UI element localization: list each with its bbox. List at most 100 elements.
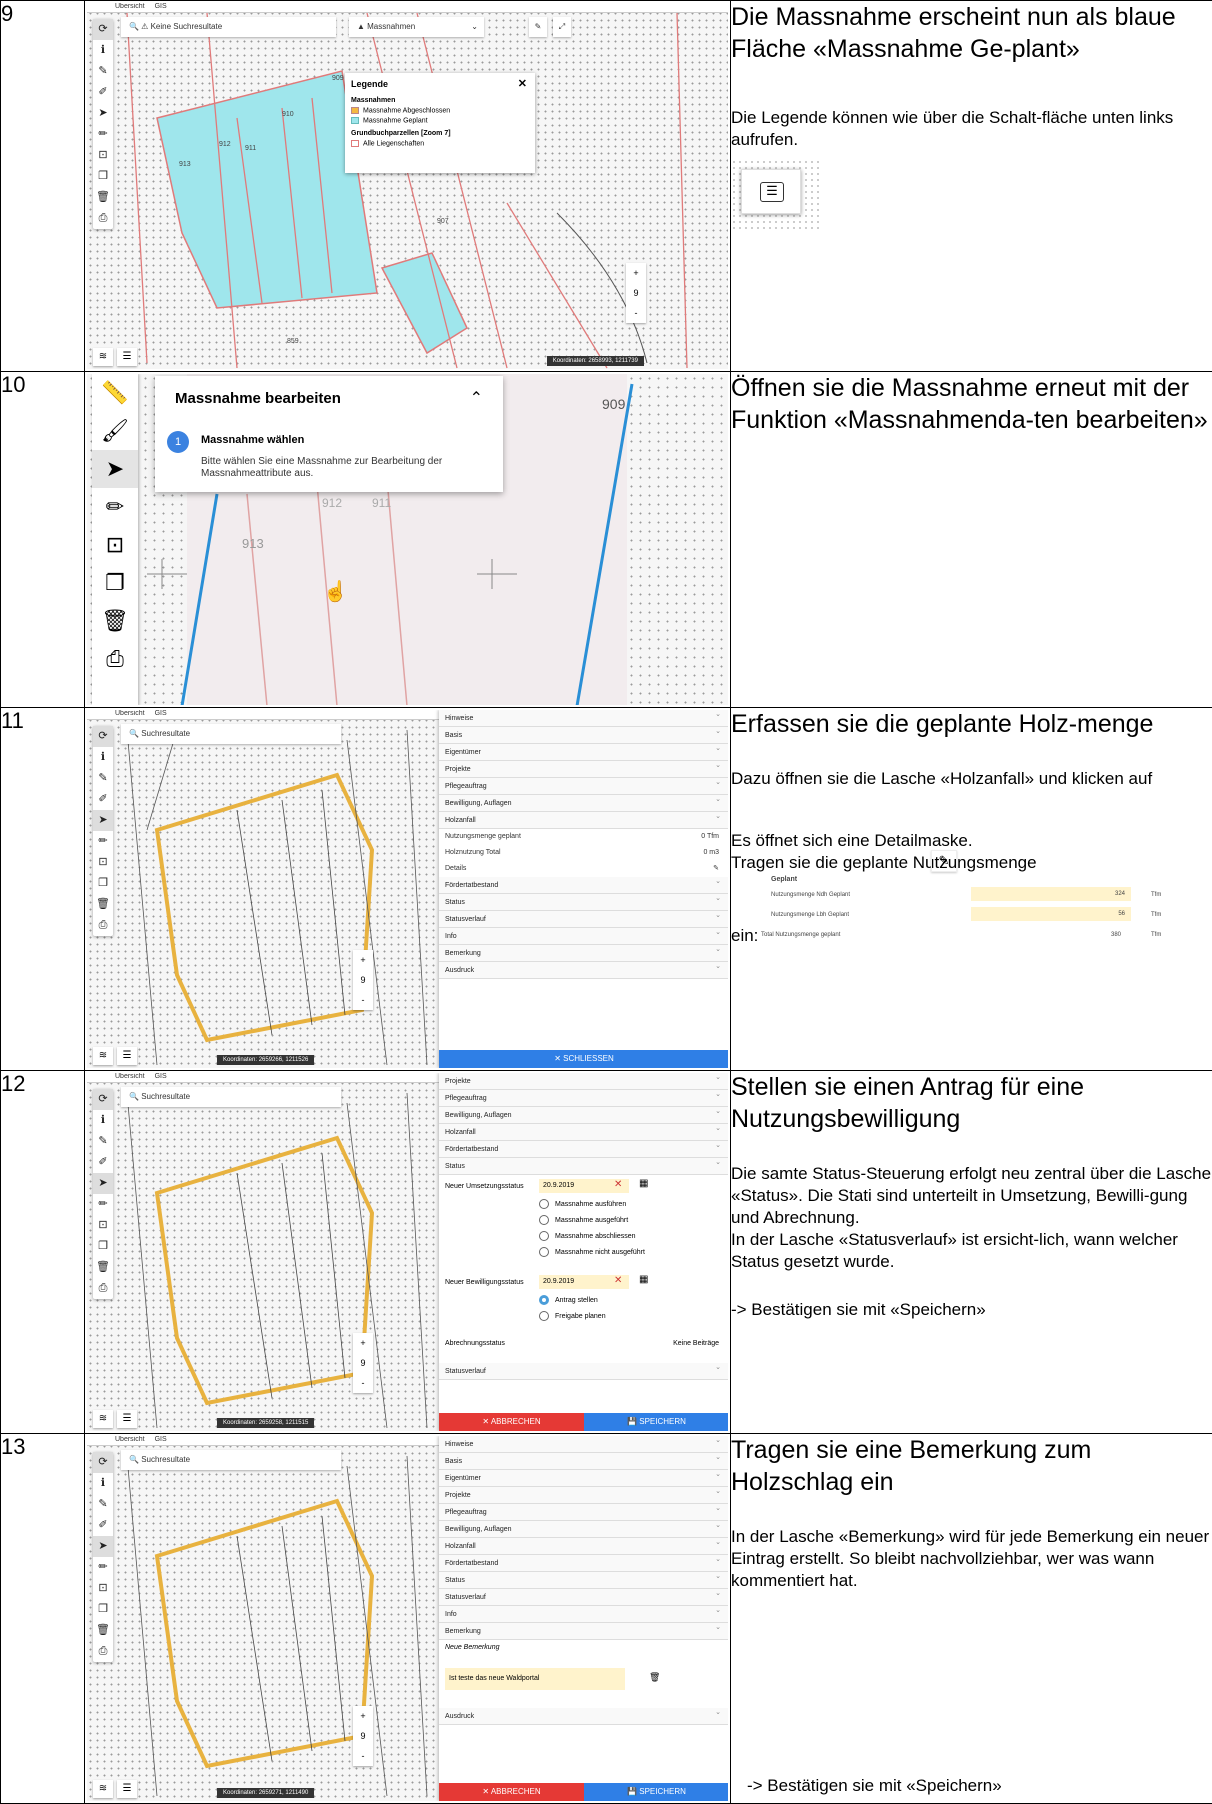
pointer-icon[interactable]: ➤ xyxy=(92,450,138,488)
pencil-icon[interactable]: ✏ xyxy=(93,1194,113,1215)
radio-button[interactable] xyxy=(539,1199,549,1209)
panel-section[interactable]: Status xyxy=(439,894,728,911)
info-icon[interactable]: ℹ xyxy=(93,1473,113,1494)
tab-gis[interactable]: GIS xyxy=(155,3,167,10)
legend-icon[interactable]: ☰ xyxy=(117,1780,137,1798)
transform-icon[interactable]: ⊡ xyxy=(93,1215,113,1236)
trash-icon[interactable]: 🗑 xyxy=(93,1620,113,1641)
cancel-button[interactable]: ✕ ABBRECHEN xyxy=(439,1413,584,1431)
radio-option[interactable]: Massnahme ausführen xyxy=(539,1197,645,1213)
panel-section[interactable]: Pflegeauftrag xyxy=(439,1090,728,1107)
close-button[interactable]: ✕ SCHLIESSEN xyxy=(439,1050,728,1068)
radio-button[interactable] xyxy=(539,1295,549,1305)
ruler-icon[interactable]: ✎ xyxy=(93,768,113,789)
panel-section[interactable]: Ausdruck xyxy=(439,962,728,979)
panel-section[interactable]: Bemerkung xyxy=(439,945,728,962)
expand-icon[interactable]: ⤢ xyxy=(553,17,571,37)
tab-gis[interactable]: GIS xyxy=(155,1436,167,1443)
clear-icon[interactable]: ✕ xyxy=(614,1179,622,1190)
panel-section[interactable]: Bewilligung, Auflagen xyxy=(439,1521,728,1538)
panel-section[interactable]: Pflegeauftrag xyxy=(439,1504,728,1521)
tab-gis[interactable]: GIS xyxy=(155,710,167,717)
zoom-out-button[interactable]: - xyxy=(353,990,373,1010)
ruler-icon[interactable]: ✎ xyxy=(93,61,113,82)
print-icon[interactable]: ⎙ xyxy=(93,208,113,229)
copy-icon[interactable]: ❐ xyxy=(92,564,138,602)
brush-icon[interactable]: ✐ xyxy=(93,1152,113,1173)
pointer-icon[interactable]: ➤ xyxy=(93,1536,113,1557)
tab-uebersicht[interactable]: Übersicht xyxy=(115,1436,145,1443)
calendar-icon[interactable]: ▦ xyxy=(639,1178,648,1189)
clear-icon[interactable]: ✕ xyxy=(614,1275,622,1286)
edit-icon[interactable]: ✎ xyxy=(529,17,547,37)
chevron-up-icon[interactable]: ⌃ xyxy=(470,388,483,408)
panel-section[interactable]: Pflegeauftrag xyxy=(439,778,728,795)
search-input[interactable]: 🔍 Suchresultate xyxy=(121,724,341,744)
info-icon[interactable]: ℹ xyxy=(93,747,113,768)
search-input[interactable]: 🔍 Suchresultate xyxy=(121,1087,341,1107)
pointer-icon[interactable]: ➤ xyxy=(93,810,113,831)
zoom-in-button[interactable]: + xyxy=(353,950,373,970)
search-input[interactable]: 🔍 Suchresultate xyxy=(121,1450,341,1470)
panel-section[interactable]: Eigentümer xyxy=(439,744,728,761)
refresh-icon[interactable]: ⟳ xyxy=(93,1452,113,1473)
panel-section[interactable]: Fördertatbestand xyxy=(439,877,728,894)
radio-option[interactable]: Massnahme ausgeführt xyxy=(539,1213,645,1229)
panel-section[interactable]: Info xyxy=(439,1606,728,1623)
transform-icon[interactable]: ⊡ xyxy=(93,852,113,873)
radio-button[interactable] xyxy=(539,1231,549,1241)
print-icon[interactable]: ⎙ xyxy=(93,1641,113,1662)
panel-section[interactable]: Basis xyxy=(439,1453,728,1470)
tab-uebersicht[interactable]: Übersicht xyxy=(115,710,145,717)
panel-section[interactable]: Status xyxy=(439,1572,728,1589)
print-icon[interactable]: ⎙ xyxy=(93,1278,113,1299)
trash-icon[interactable]: 🗑 xyxy=(93,1257,113,1278)
radio-button[interactable] xyxy=(539,1215,549,1225)
transform-icon[interactable]: ⊡ xyxy=(92,526,138,564)
radio-option[interactable]: Massnahme nicht ausgeführt xyxy=(539,1245,645,1261)
ruler-icon[interactable]: ✎ xyxy=(93,1131,113,1152)
panel-section[interactable]: Projekte xyxy=(439,1487,728,1504)
panel-section[interactable]: Projekte xyxy=(439,1073,728,1090)
tab-uebersicht[interactable]: Übersicht xyxy=(115,3,145,10)
radio-option[interactable]: Antrag stellen xyxy=(539,1293,606,1309)
layers-icon[interactable]: ≋ xyxy=(93,348,113,366)
panel-section[interactable]: Basis xyxy=(439,727,728,744)
ruler-icon[interactable]: 📏 xyxy=(92,374,138,412)
trash-icon[interactable]: 🗑 xyxy=(92,602,138,640)
zoom-in-button[interactable]: + xyxy=(353,1333,373,1353)
panel-section[interactable]: Hinweise xyxy=(439,1436,728,1453)
radio-option[interactable]: Massnahme abschliessen xyxy=(539,1229,645,1245)
pencil-icon[interactable]: ✏ xyxy=(92,488,138,526)
copy-icon[interactable]: ❐ xyxy=(93,873,113,894)
save-button[interactable]: 💾 SPEICHERN xyxy=(584,1413,728,1431)
zoom-out-button[interactable]: - xyxy=(353,1373,373,1393)
trash-icon[interactable]: 🗑 xyxy=(93,894,113,915)
legend-icon[interactable]: ☰ xyxy=(117,1410,137,1428)
copy-icon[interactable]: ❐ xyxy=(93,1599,113,1620)
refresh-icon[interactable]: ⟳ xyxy=(93,726,113,747)
ndh-input[interactable]: 324 xyxy=(971,887,1131,901)
save-button[interactable]: 💾 SPEICHERN xyxy=(584,1783,728,1801)
panel-section[interactable]: Hinweise xyxy=(439,710,728,727)
comment-textarea[interactable]: Ist teste das neue Waldportal xyxy=(445,1668,625,1690)
section-statusverlauf[interactable]: Statusverlauf xyxy=(439,1363,728,1380)
close-icon[interactable]: ✕ xyxy=(518,77,527,90)
panel-section[interactable]: Bewilligung, Auflagen xyxy=(439,1107,728,1124)
brush-icon[interactable]: ✐ xyxy=(93,789,113,810)
brush-icon[interactable]: 🖌 xyxy=(92,412,138,450)
panel-section[interactable]: Status xyxy=(439,1158,728,1175)
legend-icon[interactable]: ☰ xyxy=(117,1047,137,1065)
panel-section[interactable]: Statusverlauf xyxy=(439,911,728,928)
tab-gis[interactable]: GIS xyxy=(155,1073,167,1080)
panel-section[interactable]: Projekte xyxy=(439,761,728,778)
layers-icon[interactable]: ≋ xyxy=(93,1780,113,1798)
lbh-input[interactable]: 56 xyxy=(971,907,1131,921)
panel-section[interactable]: Bewilligung, Auflagen xyxy=(439,795,728,812)
pointer-icon[interactable]: ➤ xyxy=(93,103,113,124)
zoom-out-button[interactable]: - xyxy=(626,303,646,323)
panel-section[interactable]: Holzanfall xyxy=(439,1538,728,1555)
refresh-icon[interactable]: ⟳ xyxy=(93,1089,113,1110)
ruler-icon[interactable]: ✎ xyxy=(93,1494,113,1515)
cancel-button[interactable]: ✕ ABBRECHEN xyxy=(439,1783,584,1801)
